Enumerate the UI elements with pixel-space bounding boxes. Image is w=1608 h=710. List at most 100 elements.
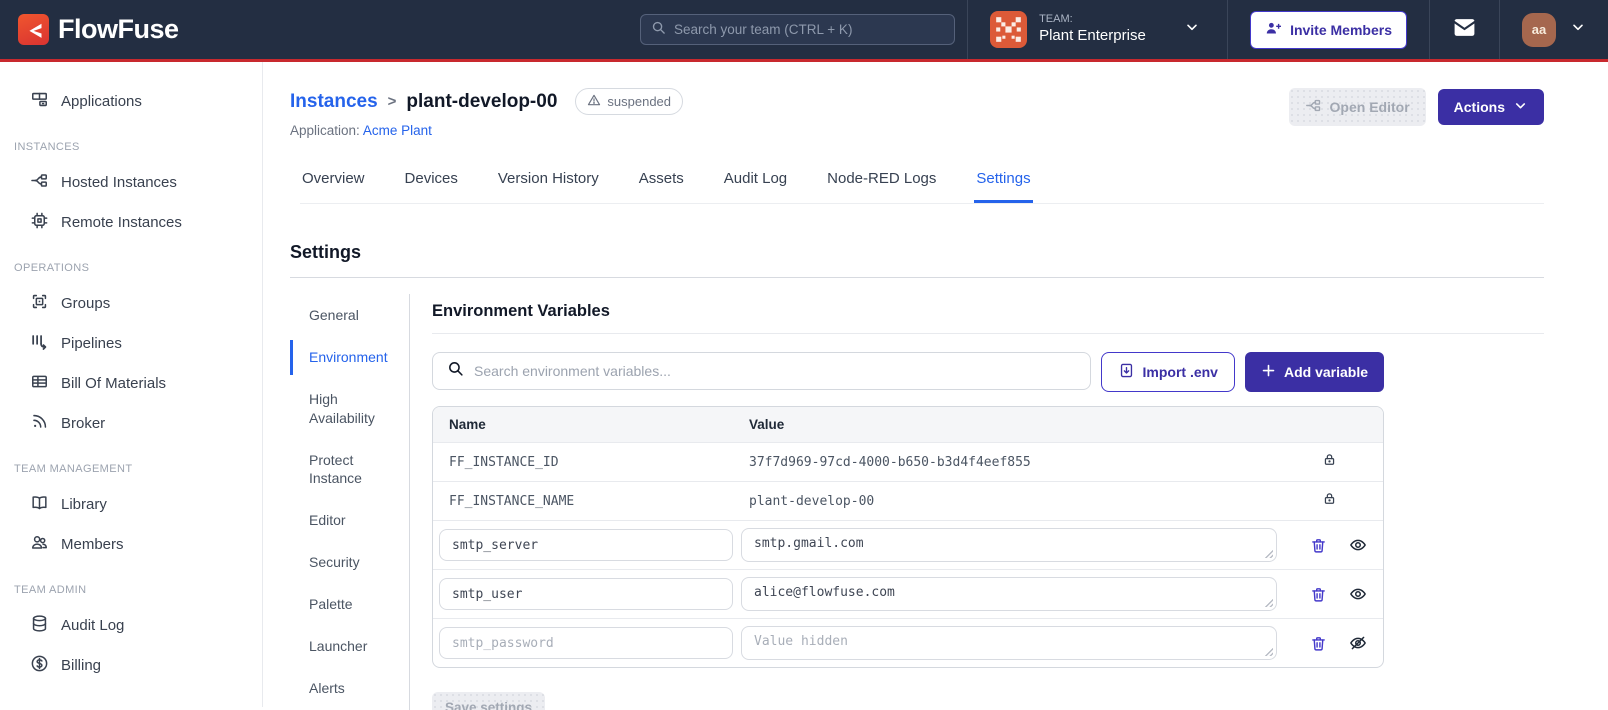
sidebar-item-label: Library (61, 496, 107, 513)
table-header: Name Value (433, 407, 1383, 442)
actions-button[interactable]: Actions (1437, 89, 1544, 125)
sidebar-section-team-management: TEAM MANAGEMENT (14, 463, 133, 475)
invite-members-label: Invite Members (1290, 21, 1392, 38)
sidebar-item-pipelines[interactable]: Pipelines (0, 324, 262, 363)
env-var-value-input[interactable]: smtp.gmail.com (741, 528, 1277, 562)
import-env-label: Import .env (1142, 364, 1218, 380)
sidebar-item-groups[interactable]: Groups (0, 284, 262, 323)
brand-name: FlowFuse (58, 14, 179, 44)
tab-audit-log[interactable]: Audit Log (722, 164, 789, 203)
settings-divider (290, 277, 1544, 278)
team-selector[interactable]: TEAM: Plant Enterprise (967, 0, 1227, 59)
subnav-security[interactable]: Security (290, 545, 409, 580)
hosted-instances-icon (30, 171, 49, 194)
env-var-value: plant-develop-00 (749, 493, 875, 509)
sidebar-section-operations: OPERATIONS (14, 262, 90, 274)
env-search[interactable] (432, 352, 1091, 390)
application-link[interactable]: Acme Plant (363, 123, 432, 138)
show-value-icon[interactable] (1349, 536, 1367, 554)
document-download-icon (1118, 362, 1135, 382)
sidebar-item-label: Audit Log (61, 617, 125, 634)
lock-icon (1322, 491, 1337, 511)
tab-devices[interactable]: Devices (403, 164, 460, 203)
subnav-palette[interactable]: Palette (290, 587, 409, 622)
subnav-environment[interactable]: Environment (290, 339, 409, 375)
env-var-name-input[interactable] (439, 529, 733, 561)
sidebar-item-remote-instances[interactable]: Remote Instances (0, 203, 262, 242)
notifications-button[interactable] (1429, 0, 1499, 59)
delete-variable-icon[interactable] (1310, 586, 1327, 603)
save-settings-button[interactable]: Save settings (432, 692, 546, 710)
tab-assets[interactable]: Assets (637, 164, 686, 203)
remote-instances-icon (30, 211, 49, 234)
column-header-value: Value (749, 417, 785, 432)
delete-variable-icon[interactable] (1310, 635, 1327, 652)
env-var-name-input[interactable] (439, 627, 733, 659)
subnav-launcher[interactable]: Launcher (290, 629, 409, 664)
subnav-alerts[interactable]: Alerts (290, 671, 409, 706)
team-search-input[interactable] (674, 22, 944, 37)
tab-node-red-logs[interactable]: Node-RED Logs (825, 164, 938, 203)
table-row (433, 618, 1383, 667)
table-row: smtp.gmail.com (433, 520, 1383, 569)
sidebar-item-bill-of-materials[interactable]: Bill Of Materials (0, 364, 262, 403)
sidebar-item-label: Bill Of Materials (61, 375, 167, 392)
top-navbar: FlowFuse TEAM: Plant Enterprise (0, 0, 1608, 62)
delete-variable-icon[interactable] (1310, 537, 1327, 554)
env-var-name-input[interactable] (439, 578, 733, 610)
search-icon (651, 20, 666, 40)
sidebar-item-label: Groups (61, 295, 111, 312)
actions-label: Actions (1453, 99, 1505, 115)
applications-icon (30, 90, 49, 113)
sidebar-item-audit-log[interactable]: Audit Log (0, 606, 262, 645)
env-var-value-input[interactable] (741, 626, 1277, 660)
invite-members-section: Invite Members (1227, 0, 1429, 59)
breadcrumb-instances-link[interactable]: Instances (290, 91, 378, 113)
sidebar-item-applications[interactable]: Applications (0, 82, 262, 121)
env-search-input[interactable] (474, 363, 1076, 379)
pipelines-icon (30, 332, 49, 355)
groups-icon (30, 292, 49, 315)
bill-of-materials-icon (30, 372, 49, 395)
save-settings-label: Save settings (445, 700, 533, 710)
tab-overview[interactable]: Overview (300, 164, 367, 203)
add-variable-label: Add variable (1283, 364, 1368, 380)
flowfuse-home-link[interactable]: FlowFuse (18, 14, 179, 45)
sidebar-item-members[interactable]: Members (0, 525, 262, 564)
subnav-general[interactable]: General (290, 298, 409, 333)
sidebar-item-billing[interactable]: Billing (0, 646, 262, 685)
column-header-name: Name (449, 417, 486, 432)
team-label: TEAM: (1039, 13, 1073, 26)
tab-version-history[interactable]: Version History (496, 164, 601, 203)
team-name: Plant Enterprise (1039, 27, 1146, 44)
env-var-value: 37f7d969-97cd-4000-b650-b3d4f4eef855 (749, 454, 1031, 470)
tab-settings[interactable]: Settings (974, 164, 1033, 203)
sidebar-item-label: Broker (61, 415, 106, 432)
sidebar-item-label: Applications (61, 93, 142, 110)
table-row: FF_INSTANCE_NAME plant-develop-00 (433, 481, 1383, 520)
table-row: FF_INSTANCE_ID 37f7d969-97cd-4000-b650-b… (433, 442, 1383, 481)
open-editor-button[interactable]: Open Editor (1288, 88, 1426, 126)
breadcrumb: Instances > plant-develop-00 suspended (290, 88, 684, 115)
subnav-editor[interactable]: Editor (290, 503, 409, 538)
hide-value-icon[interactable] (1349, 634, 1367, 652)
add-variable-button[interactable]: Add variable (1244, 352, 1384, 392)
audit-log-icon (30, 614, 49, 637)
invite-members-button[interactable]: Invite Members (1250, 10, 1407, 49)
show-value-icon[interactable] (1349, 585, 1367, 603)
status-badge-label: suspended (607, 94, 672, 109)
instance-tabs: Overview Devices Version History Assets … (300, 164, 1544, 204)
team-search[interactable] (640, 14, 955, 45)
subnav-protect-instance[interactable]: Protect Instance (290, 443, 409, 497)
sidebar-item-hosted-instances[interactable]: Hosted Instances (0, 163, 262, 202)
user-menu[interactable]: aa (1499, 0, 1608, 59)
env-var-name: FF_INSTANCE_NAME (449, 493, 575, 509)
env-var-value-input[interactable]: alice@flowfuse.com (741, 577, 1277, 611)
sidebar-item-label: Pipelines (61, 335, 122, 352)
sidebar-item-broker[interactable]: Broker (0, 404, 262, 443)
subnav-high-availability[interactable]: High Availability (290, 382, 409, 436)
application-label: Application: (290, 123, 360, 138)
sidebar-item-library[interactable]: Library (0, 485, 262, 524)
import-env-button[interactable]: Import .env (1100, 352, 1235, 392)
sidebar-item-label: Remote Instances (61, 214, 182, 231)
